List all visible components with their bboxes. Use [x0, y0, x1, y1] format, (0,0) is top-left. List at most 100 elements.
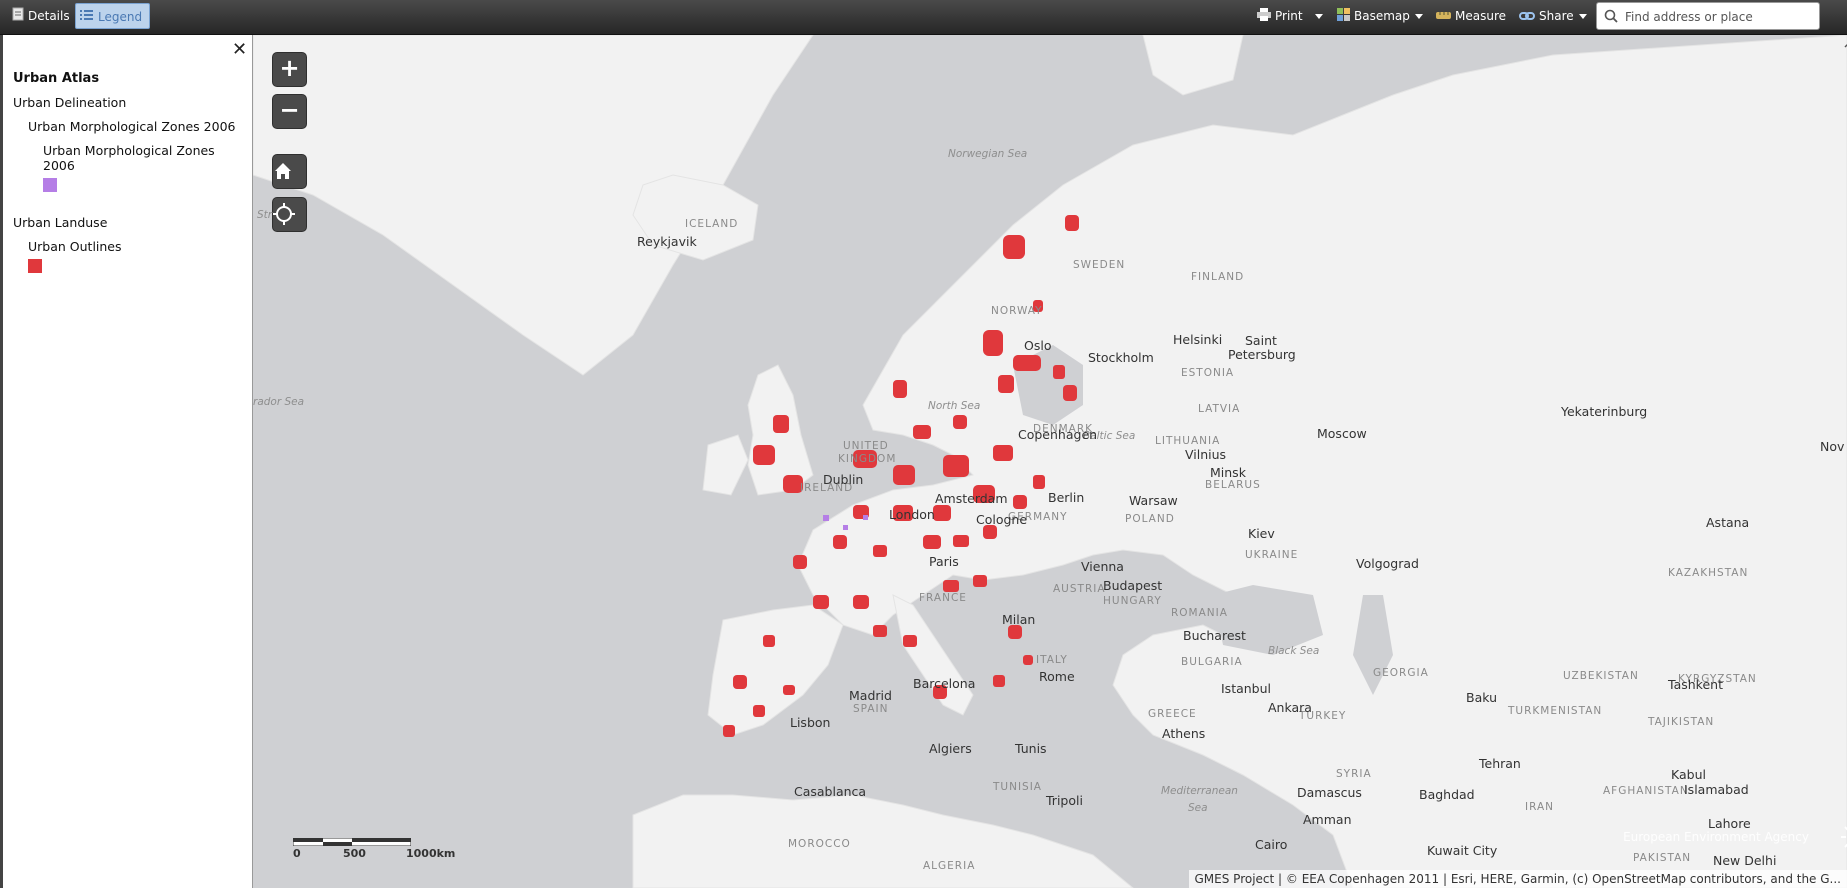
home-button[interactable] [273, 155, 306, 188]
map-label: Reykjavik [637, 234, 697, 249]
map-label: ROMANIA [1171, 607, 1228, 619]
map-label: FINLAND [1191, 271, 1245, 283]
map-label: Madrid [849, 688, 892, 703]
map-label: Minsk [1210, 465, 1246, 480]
map-label: Oslo [1024, 338, 1052, 353]
map-label: Istanbul [1221, 681, 1272, 696]
map-label: Athens [1162, 726, 1206, 741]
map-label: Yekaterinburg [1561, 404, 1648, 419]
map-label: Bucharest [1183, 628, 1246, 643]
legend-group-label: Urban Landuse [13, 215, 108, 230]
map-label: Kabul [1671, 767, 1706, 782]
map-label: Baghdad [1419, 787, 1475, 802]
details-button[interactable]: Details [8, 3, 76, 29]
zoom-in-button[interactable]: + [273, 53, 306, 86]
map-label: UKRAINE [1245, 549, 1299, 561]
map-label: Tehran [1479, 756, 1521, 771]
map-label: Black Sea [1268, 645, 1320, 657]
locate-button[interactable] [273, 198, 306, 231]
map-label: rador Sea [253, 396, 305, 408]
map-label: Paris [929, 554, 959, 569]
map-label: Moscow [1317, 426, 1367, 441]
map-label: Ankara [1268, 700, 1312, 715]
map-label: LATVIA [1198, 403, 1241, 415]
map-label: ESTONIA [1181, 367, 1235, 379]
grid-icon [1337, 4, 1350, 30]
map-label: Milan [1002, 612, 1036, 627]
map-label: Mediterranean [1161, 785, 1238, 797]
map-label: Rome [1039, 669, 1075, 684]
legend-swatch-outlines [28, 259, 42, 273]
map-label: AFGHANISTAN [1603, 785, 1689, 797]
map-label: Saint [1245, 333, 1277, 348]
map-label: GEORGIA [1373, 667, 1429, 679]
map-label: NORWAY [991, 305, 1043, 317]
map-label: Damascus [1297, 785, 1362, 800]
map-label: Budapest [1103, 578, 1163, 593]
search-box [1596, 2, 1820, 30]
map-label: Helsinki [1173, 332, 1223, 347]
map-label: TAJIKISTAN [1648, 716, 1715, 728]
map-label: Warsaw [1129, 493, 1178, 508]
map-label: BULGARIA [1181, 656, 1243, 668]
scale-bar [293, 838, 411, 846]
map-view[interactable]: + − Norwegian Sea North Sea Baltic Sea r… [253, 35, 1847, 888]
map-label: BELARUS [1205, 479, 1261, 491]
document-icon [12, 4, 24, 30]
share-button[interactable]: Share [1515, 3, 1593, 29]
map-label: Barcelona [913, 676, 976, 691]
map-label: MOROCCO [788, 838, 851, 850]
map-label: Copenhagen [1018, 427, 1098, 442]
print-button[interactable]: Print [1253, 3, 1329, 29]
chevron-down-icon [1314, 14, 1323, 19]
map-label: PAKISTAN [1633, 852, 1692, 864]
map-label: Algiers [929, 741, 972, 756]
legend-button[interactable]: Legend [75, 3, 150, 29]
map-label: FRANCE [919, 592, 967, 604]
map-label: UNITED [843, 440, 889, 452]
map-label: Tunis [1015, 741, 1047, 756]
map-label: Volgograd [1356, 556, 1419, 571]
printer-icon [1257, 4, 1271, 30]
map-label: Dublin [823, 472, 864, 487]
map-label: HUNGARY [1103, 595, 1162, 607]
attribution: GMES Project | © EEA Copenhagen 2011 | E… [1188, 870, 1847, 888]
map-label: Cairo [1255, 837, 1288, 852]
zoom-out-button[interactable]: − [273, 95, 306, 128]
map-label: Str [257, 209, 273, 221]
close-icon[interactable]: ✕ [232, 39, 247, 60]
map-label: IRAN [1525, 801, 1555, 813]
search-input[interactable] [1623, 6, 1817, 28]
link-icon [1519, 4, 1535, 30]
basemap-land [253, 35, 1847, 888]
ruler-icon [1436, 4, 1451, 30]
map-label: New Delhi [1713, 853, 1777, 868]
chevron-down-icon [1414, 14, 1423, 19]
scale-label: 0 [293, 847, 301, 860]
legend-swatch-umz [43, 178, 57, 192]
map-label: TUNISIA [993, 781, 1042, 793]
map-label: SPAIN [853, 703, 889, 715]
map-label: Nov [1820, 439, 1845, 454]
map-label: TURKMENISTAN [1508, 705, 1603, 717]
measure-button[interactable]: Measure [1432, 3, 1512, 29]
basemap-button[interactable]: Basemap [1333, 3, 1429, 29]
top-toolbar: Details Legend Print Basemap Measure Sha… [0, 0, 1847, 35]
map-label: SWEDEN [1073, 259, 1126, 271]
map-label: Cologne [976, 512, 1028, 527]
map-label: POLAND [1125, 513, 1175, 525]
map-label: KAZAKHSTAN [1668, 567, 1749, 579]
locate-icon [273, 203, 295, 225]
legend-title: Urban Atlas [13, 71, 100, 86]
legend-panel: ✕ Urban Atlas Urban Delineation Urban Mo… [0, 35, 253, 888]
map-label: Tripoli [1046, 793, 1083, 808]
home-icon [275, 163, 291, 179]
map-label: Berlin [1048, 490, 1085, 505]
chevron-down-icon [1578, 14, 1587, 19]
map-label: KINGDOM [838, 453, 897, 465]
map-label: Tashkent [1668, 677, 1723, 692]
map-label: Stockholm [1088, 350, 1154, 365]
map-label: Baku [1466, 690, 1498, 705]
map-label: Lahore [1708, 816, 1751, 831]
map-label: Norwegian Sea [948, 148, 1028, 160]
